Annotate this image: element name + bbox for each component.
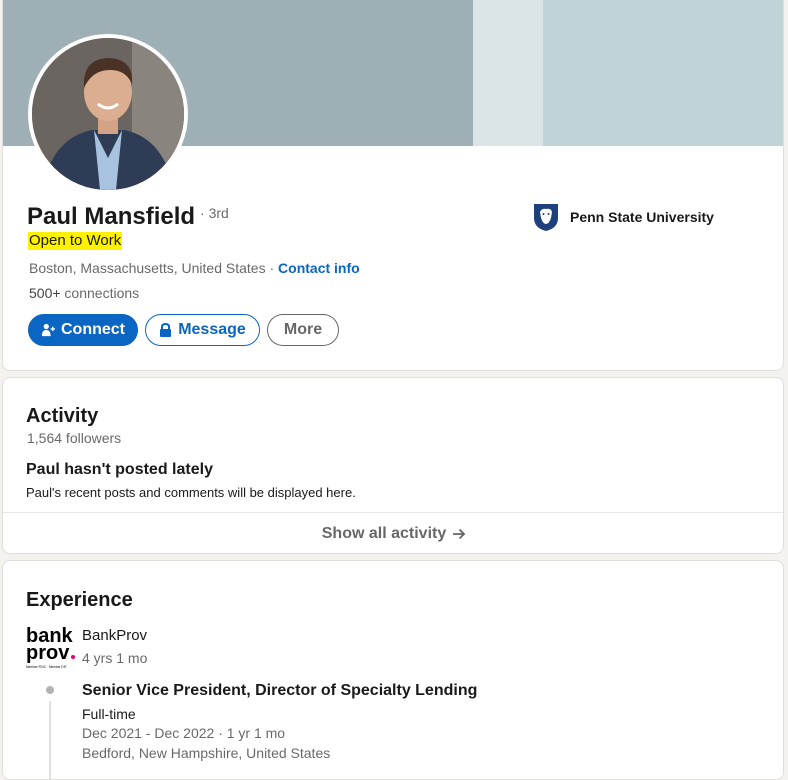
connections-number: 500+ xyxy=(29,285,61,301)
profile-photo xyxy=(32,38,184,190)
activity-description: Paul's recent posts and comments will be… xyxy=(26,485,356,500)
school-link[interactable]: Penn State University xyxy=(532,202,714,232)
profile-card: Paul Mansfield · 3rd Open to Work Boston… xyxy=(2,0,784,371)
connections-count[interactable]: 500+ connections xyxy=(29,285,139,301)
location-text: Boston, Massachusetts, United States xyxy=(29,260,266,276)
connect-label: Connect xyxy=(61,321,125,338)
logo-small-text: Member FDIC · Member DIF xyxy=(26,665,67,669)
bankprov-logo[interactable]: bank prov Member FDIC · Member DIF xyxy=(26,625,75,669)
connect-button[interactable]: Connect xyxy=(28,314,138,346)
penn-state-shield-icon xyxy=(534,204,558,231)
separator: · xyxy=(265,260,279,276)
bankprov-logo-image: bank prov Member FDIC · Member DIF xyxy=(26,625,75,669)
message-button[interactable]: Message xyxy=(145,314,260,346)
experience-card: Experience bank prov Member FDIC · Membe… xyxy=(2,560,784,780)
activity-title: Activity xyxy=(26,405,99,427)
more-label: More xyxy=(283,321,323,338)
open-to-work-label: Open to Work xyxy=(28,232,123,250)
logo-line2: prov xyxy=(26,642,70,664)
role-location: Bedford, New Hampshire, United States xyxy=(82,745,331,761)
role-dates: Dec 2021 - Dec 2022 · 1 yr 1 mo xyxy=(82,725,286,741)
connections-label: connections xyxy=(60,285,140,301)
name-row: Paul Mansfield · 3rd xyxy=(27,203,229,231)
lock-icon xyxy=(160,322,172,337)
employment-type: Full-time xyxy=(82,706,136,722)
company-name[interactable]: BankProv xyxy=(82,627,147,644)
school-name: Penn State University xyxy=(570,209,714,225)
message-label: Message xyxy=(178,321,246,338)
experience-title: Experience xyxy=(26,589,133,611)
more-button[interactable]: More xyxy=(267,314,339,346)
arrow-right-icon xyxy=(453,528,466,539)
role-title: Senior Vice President, Director of Speci… xyxy=(82,682,478,699)
connection-degree: · 3rd xyxy=(200,205,229,221)
timeline-line xyxy=(49,701,51,779)
company-duration: 4 yrs 1 mo xyxy=(82,650,148,666)
show-all-label: Show all activity xyxy=(321,524,447,542)
followers-count: 1,564 followers xyxy=(27,430,122,446)
show-all-activity-button[interactable]: Show all activity xyxy=(3,513,783,553)
location-row: Boston, Massachusetts, United States · C… xyxy=(29,260,360,276)
avatar[interactable] xyxy=(28,34,188,194)
contact-info-link[interactable]: Contact info xyxy=(278,260,360,276)
profile-name: Paul Mansfield xyxy=(27,203,196,230)
add-person-icon xyxy=(41,323,55,337)
activity-card: Activity 1,564 followers Paul hasn't pos… xyxy=(2,377,784,554)
activity-headline: Paul hasn't posted lately xyxy=(26,461,213,478)
timeline-dot xyxy=(46,686,54,694)
